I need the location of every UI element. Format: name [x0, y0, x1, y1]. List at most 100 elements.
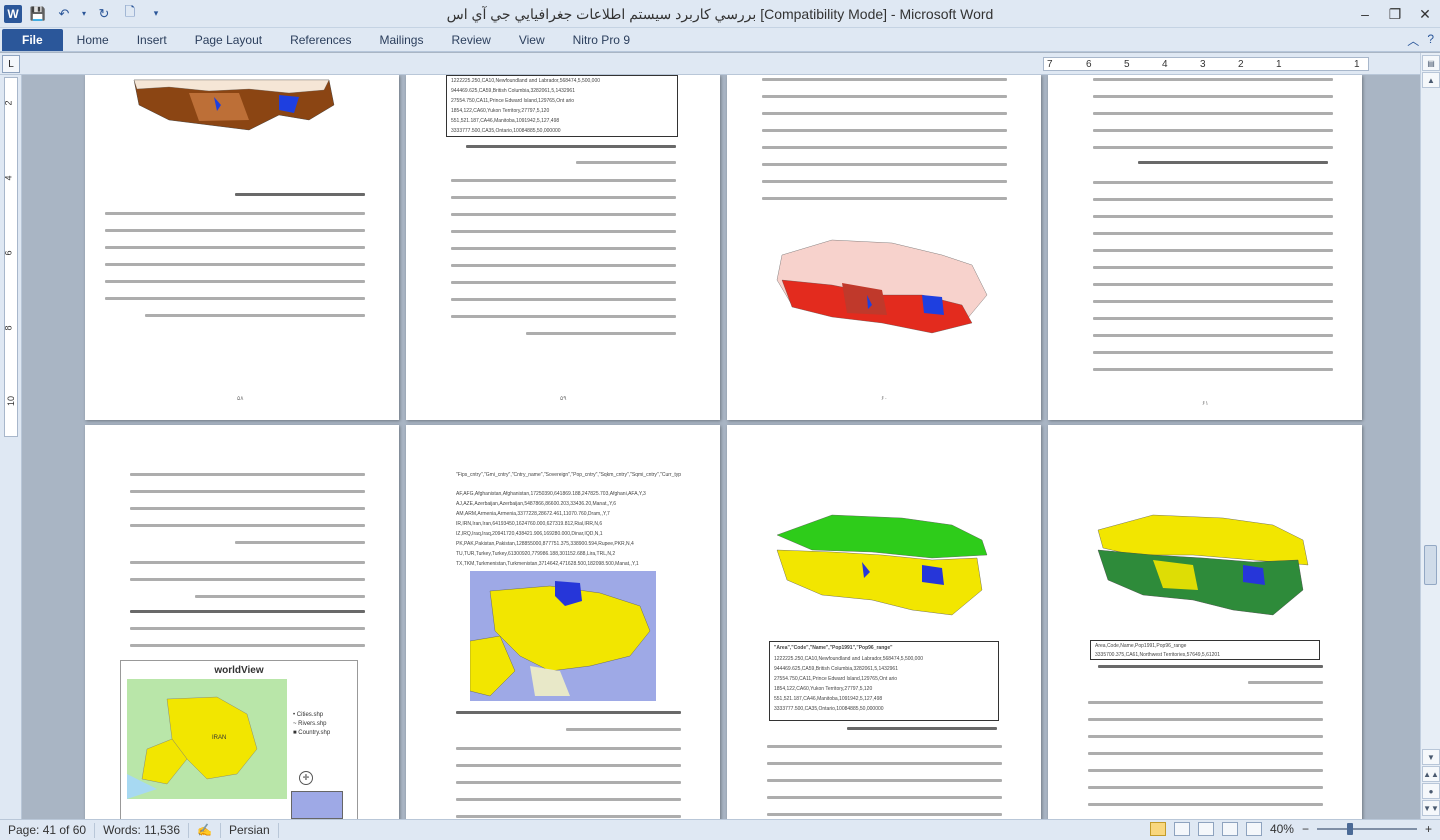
document-page[interactable]: "Area","Code","Name","Pop1991","Pop96_ra…: [727, 425, 1041, 819]
tab-view[interactable]: View: [505, 29, 559, 51]
horizontal-ruler[interactable]: L 7 6 5 4 3 2 1 1: [0, 53, 1440, 75]
legend-item: • Cities.shp: [293, 712, 324, 718]
scroll-down-button[interactable]: ▼: [1422, 749, 1440, 765]
select-browse-object-button[interactable]: ●: [1422, 783, 1440, 799]
table-row: 27554.750,CA11,Prince Edward Island,1297…: [774, 676, 898, 682]
full-screen-reading-view-icon[interactable]: [1173, 822, 1190, 836]
ruler-tick: 1: [1276, 59, 1282, 70]
table-row: 1854,122,CA60,Yukon Territory,27797,5,12…: [774, 686, 873, 692]
table-row: Area,Code,Name,Pop1991,Pop96_range: [1095, 643, 1187, 649]
csv-row: PK,PAK,Pakistan,Pakistan,128855000,87775…: [456, 541, 634, 547]
page-count[interactable]: Page: 41 of 60: [0, 822, 96, 838]
overview-map: [291, 791, 343, 819]
csv-row: AM,ARM,Armenia,Armenia,3377228,28672.461…: [456, 511, 610, 517]
table-row: 1854,122,CA60,Yukon Territory,27797,5,12…: [451, 108, 550, 114]
scroll-thumb[interactable]: [1424, 545, 1437, 585]
ribbon-tabs: File Home Insert Page Layout References …: [0, 28, 1440, 52]
zoom-in-button[interactable]: +: [1425, 822, 1432, 836]
word-count[interactable]: Words: 11,536: [95, 822, 190, 838]
tab-file[interactable]: File: [2, 29, 63, 51]
table-row: 27554.750,CA11,Prince Edward Island,1297…: [451, 98, 575, 104]
minimize-ribbon-icon[interactable]: ︿: [1407, 32, 1419, 49]
status-bar: Page: 41 of 60 Words: 11,536 ✍ Persian 4…: [0, 819, 1440, 840]
ruler-tick: 4: [3, 175, 14, 181]
new-doc-icon[interactable]: 🗋: [120, 4, 140, 24]
language[interactable]: Persian: [221, 822, 279, 838]
tab-mailings[interactable]: Mailings: [365, 29, 437, 51]
zoom-out-button[interactable]: −: [1302, 822, 1309, 836]
restore-button[interactable]: ❐: [1380, 0, 1410, 28]
ruler-strip[interactable]: 7 6 5 4 3 2 1 1: [1043, 57, 1369, 71]
ruler-tick: 5: [1124, 59, 1130, 70]
table-row: 1222225.250,CA10,Newfoundland and Labrad…: [774, 656, 924, 662]
close-button[interactable]: ✕: [1410, 0, 1440, 28]
table-row: 551,521.187,CA46,Manitoba,1091942,5,127,…: [451, 118, 560, 124]
data-table: "Area","Code","Name","Pop1991","Pop96_ra…: [769, 641, 999, 721]
middle-east-map: IRAN: [127, 679, 287, 799]
document-page[interactable]: ۵۸: [85, 75, 399, 420]
redo-icon[interactable]: ↻: [94, 4, 114, 24]
document-page[interactable]: ۶۰: [727, 75, 1041, 420]
vertical-scrollbar[interactable]: ▤ ▲ ▼ ▲▲ ● ▼▼: [1420, 53, 1440, 819]
page-number: ۵۸: [237, 396, 244, 402]
word-logo-icon[interactable]: W: [4, 4, 22, 23]
proofing-icon[interactable]: ✍: [189, 822, 221, 838]
table-row: 551,521.187,CA46,Manitoba,1091942,5,127,…: [774, 696, 883, 702]
window-title: بررسي کاربرد سيستم اطلاعات جغرافيايي جي …: [446, 6, 994, 22]
document-page[interactable]: Area,Code,Name,Pop1991,Pop96_range 33357…: [1048, 425, 1362, 819]
tab-insert[interactable]: Insert: [123, 29, 181, 51]
tab-home[interactable]: Home: [63, 29, 123, 51]
tab-nitro-pro[interactable]: Nitro Pro 9: [559, 29, 644, 51]
web-layout-view-icon[interactable]: [1197, 822, 1214, 836]
tab-review[interactable]: Review: [437, 29, 504, 51]
minimize-button[interactable]: –: [1350, 0, 1380, 28]
canada-yellow-green-map: [1097, 514, 1309, 616]
document-page[interactable]: worldView IRAN • Cities.shp ~ Rivers.shp…: [85, 425, 399, 819]
table-row: 944469.625,CA59,British Columbia,3282061…: [774, 666, 898, 672]
compass-icon: ✛: [299, 771, 313, 785]
zoom-slider[interactable]: [1316, 822, 1417, 836]
draft-view-icon[interactable]: [1245, 822, 1262, 836]
next-page-button[interactable]: ▼▼: [1422, 800, 1440, 816]
table-row: 3333777.500,CA35,Ontario,10084885,50,000…: [774, 706, 884, 712]
legend-item: ~ Rivers.shp: [293, 721, 327, 727]
document-page[interactable]: ۶۱: [1048, 75, 1362, 420]
ruler-tick: 6: [3, 250, 14, 256]
tab-references[interactable]: References: [276, 29, 365, 51]
title-bar: W 💾 ↶ ▾ ↻ 🗋 ▾ بررسي کاربرد سيستم اطلاعات…: [0, 0, 1440, 28]
document-page[interactable]: 1222225.250,CA10,Newfoundland and Labrad…: [406, 75, 720, 420]
scroll-up-button[interactable]: ▲: [1422, 72, 1440, 88]
ruler-tick: 8: [3, 325, 14, 331]
undo-icon[interactable]: ↶: [54, 4, 74, 24]
save-icon[interactable]: 💾: [28, 4, 48, 24]
print-layout-view-icon[interactable]: [1149, 822, 1166, 836]
quick-access-toolbar: W 💾 ↶ ▾ ↻ 🗋 ▾: [0, 4, 166, 24]
tab-page-layout[interactable]: Page Layout: [181, 29, 276, 51]
customize-icon[interactable]: ▾: [146, 4, 166, 24]
csv-header: "Fips_cntry","Gmi_cntry","Cntry_name","S…: [456, 472, 681, 478]
zoom-level[interactable]: 40%: [1270, 822, 1294, 836]
undo-dropdown-icon[interactable]: ▾: [80, 4, 88, 24]
zoom-track: [1316, 828, 1417, 830]
middle-east-colored-map: [470, 571, 656, 701]
zoom-knob[interactable]: [1346, 823, 1353, 835]
csv-row: AJ,AZE,Azerbaijan,Azerbaijan,5487866,866…: [456, 501, 617, 507]
previous-page-button[interactable]: ▲▲: [1422, 766, 1440, 782]
document-area[interactable]: ۵۸ 1222225.250,CA10,Newfoundland and Lab…: [22, 75, 1420, 819]
document-page[interactable]: "Fips_cntry","Gmi_cntry","Cntry_name","S…: [406, 425, 720, 819]
view-ruler-icon[interactable]: ▤: [1422, 55, 1440, 71]
map-legend: • Cities.shp ~ Rivers.shp ■ Country.shp: [293, 711, 330, 738]
help-icon[interactable]: ?: [1427, 32, 1434, 49]
page-number: ۶۰: [881, 396, 888, 402]
ruler-tick: 6: [1086, 59, 1092, 70]
page-number: ۵۹: [560, 396, 567, 402]
csv-row: AF,AFG,Afghanistan,Afghanistan,17250390,…: [456, 491, 646, 497]
table-row: 3335700.375,CA61,Northwest Territories,5…: [1095, 652, 1220, 658]
vertical-ruler[interactable]: 2 4 6 8 10: [0, 75, 22, 819]
ruler-tick: 3: [1200, 59, 1206, 70]
canada-red-map: [776, 239, 988, 334]
outline-view-icon[interactable]: [1221, 822, 1238, 836]
tab-selector-icon[interactable]: L: [2, 55, 20, 73]
ruler-tick: 7: [1047, 59, 1053, 70]
data-table: Area,Code,Name,Pop1991,Pop96_range 33357…: [1090, 640, 1320, 660]
